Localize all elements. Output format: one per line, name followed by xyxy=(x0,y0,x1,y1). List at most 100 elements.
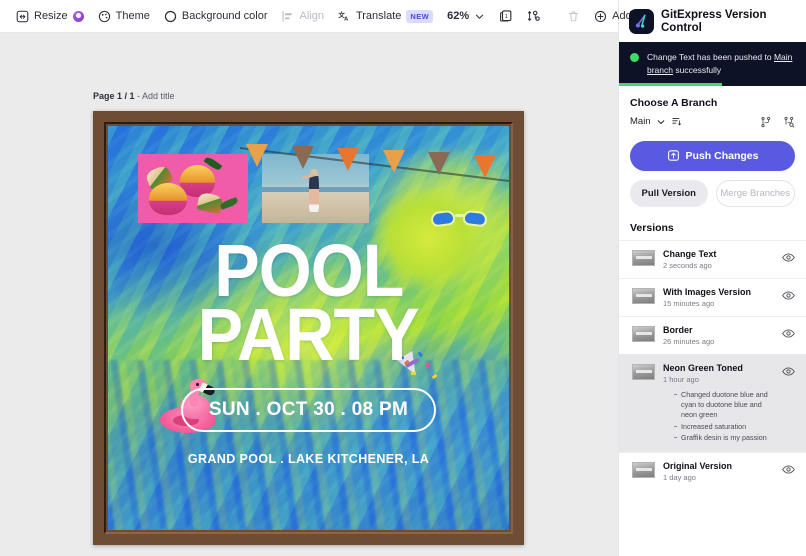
search-branch-icon[interactable] xyxy=(783,116,795,128)
pages-icon: 1 xyxy=(499,9,513,23)
chevron-down-icon xyxy=(474,11,485,22)
palette-icon xyxy=(98,10,111,23)
version-timestamp: 15 minutes ago xyxy=(663,299,774,308)
version-row-2[interactable]: Border 26 minutes ago xyxy=(619,316,806,354)
translate-label: Translate xyxy=(356,10,401,22)
version-notes: Changed duotone blue and cyan to duotone… xyxy=(663,390,774,443)
magic-badge-icon xyxy=(73,11,84,22)
versions-title: Versions xyxy=(619,207,806,240)
preview-eye-icon[interactable] xyxy=(782,251,795,269)
version-timestamp: 1 day ago xyxy=(663,473,774,482)
preview-eye-icon[interactable] xyxy=(782,365,795,383)
branch-actions xyxy=(760,116,795,128)
version-note: Increased saturation xyxy=(674,422,774,432)
circle-icon xyxy=(164,10,177,23)
editor-pane: Resize Theme Background color Align xyxy=(0,0,618,556)
page-label-bold: Page 1 / 1 xyxy=(93,91,135,101)
theme-label: Theme xyxy=(116,10,150,22)
versions-list[interactable]: Change Text 2 seconds ago With Images Ve… xyxy=(619,240,806,556)
poster-text-group: POOL PARTY SUN . OCT 30 . 08 PM GRAND PO… xyxy=(108,126,509,530)
panel-title: GitExpress Version Control xyxy=(661,9,796,34)
poster-venue[interactable]: GRAND POOL . LAKE KITCHENER, LA xyxy=(188,452,429,466)
version-meta: Original Version 1 day ago xyxy=(663,461,774,482)
version-row-4[interactable]: Original Version 1 day ago xyxy=(619,452,806,490)
resize-label: Resize xyxy=(34,10,68,22)
version-note: Changed duotone blue and cyan to duotone… xyxy=(674,390,774,421)
poster-title-line2[interactable]: PARTY xyxy=(198,304,419,366)
theme-button[interactable]: Theme xyxy=(91,6,157,27)
branch-section-title: Choose A Branch xyxy=(630,97,795,109)
background-color-button[interactable]: Background color xyxy=(157,6,275,27)
selected-branch-label[interactable]: Main xyxy=(630,116,651,127)
align-icon xyxy=(281,10,294,23)
push-icon xyxy=(667,149,680,162)
version-timestamp: 2 seconds ago xyxy=(663,261,774,270)
version-timestamp: 26 minutes ago xyxy=(663,337,774,346)
status-dot-icon xyxy=(630,53,639,62)
version-row-3[interactable]: Neon Green Toned 1 hour ago Changed duot… xyxy=(619,354,806,452)
resize-button[interactable]: Resize xyxy=(9,6,91,27)
pages-button[interactable]: 1 xyxy=(492,5,520,27)
version-meta: With Images Version 15 minutes ago xyxy=(663,287,774,308)
push-changes-label: Push Changes xyxy=(686,150,759,162)
create-branch-icon[interactable] xyxy=(760,116,772,128)
pull-version-button[interactable]: Pull Version xyxy=(630,180,708,207)
gitexpress-logo-icon xyxy=(629,9,654,34)
version-timestamp: 1 hour ago xyxy=(663,375,774,384)
preview-eye-icon[interactable] xyxy=(782,289,795,307)
version-thumbnail xyxy=(632,364,655,380)
canvas-area[interactable]: Page 1 / 1 - Add title xyxy=(0,33,618,556)
merge-branches-button: Merge Branches xyxy=(716,180,796,207)
version-row-1[interactable]: With Images Version 15 minutes ago xyxy=(619,278,806,316)
version-meta: Change Text 2 seconds ago xyxy=(663,249,774,270)
gitexpress-panel: GitExpress Version Control Change Text h… xyxy=(618,0,806,556)
translate-new-badge: NEW xyxy=(406,10,433,23)
layers-icon xyxy=(527,9,541,23)
version-note: Graffik desin is my passion xyxy=(674,433,774,443)
notification-progress-bar xyxy=(619,83,722,86)
page-label-title: - Add title xyxy=(137,91,175,101)
resize-icon xyxy=(16,10,29,23)
page-label[interactable]: Page 1 / 1 - Add title xyxy=(93,91,175,101)
poster-artwork[interactable]: POOL PARTY SUN . OCT 30 . 08 PM GRAND PO… xyxy=(108,126,509,530)
panel-header: GitExpress Version Control xyxy=(619,0,806,42)
version-name: Change Text xyxy=(663,249,774,259)
version-thumbnail xyxy=(632,250,655,266)
notification-text-before: Change Text has been pushed to xyxy=(647,52,774,62)
version-meta: Neon Green Toned 1 hour ago Changed duot… xyxy=(663,363,774,444)
notification-text: Change Text has been pushed to Main bran… xyxy=(647,51,795,76)
secondary-actions: Pull Version Merge Branches xyxy=(630,180,795,207)
plus-circle-icon xyxy=(594,10,607,23)
branch-list-icon[interactable] xyxy=(671,116,682,127)
push-notification: Change Text has been pushed to Main bran… xyxy=(619,42,806,86)
preview-eye-icon[interactable] xyxy=(782,463,795,481)
preview-eye-icon[interactable] xyxy=(782,327,795,345)
background-color-label: Background color xyxy=(182,10,268,22)
version-name: Original Version xyxy=(663,461,774,471)
delete-button xyxy=(560,6,587,27)
svg-text:1: 1 xyxy=(505,14,508,20)
poster-date[interactable]: SUN . OCT 30 . 08 PM xyxy=(181,388,436,432)
version-meta: Border 26 minutes ago xyxy=(663,325,774,346)
notification-text-after: successfully xyxy=(673,65,721,75)
version-thumbnail xyxy=(632,326,655,342)
zoom-value: 62% xyxy=(447,10,469,22)
version-row-0[interactable]: Change Text 2 seconds ago xyxy=(619,240,806,278)
version-name: Border xyxy=(663,325,774,335)
branch-section: Choose A Branch Main xyxy=(619,86,806,128)
push-changes-button[interactable]: Push Changes xyxy=(630,141,795,171)
version-name: Neon Green Toned xyxy=(663,363,774,373)
align-button: Align xyxy=(274,6,330,27)
version-thumbnail xyxy=(632,462,655,478)
version-thumbnail xyxy=(632,288,655,304)
zoom-control[interactable]: 62% xyxy=(440,6,492,26)
top-toolbar: Resize Theme Background color Align xyxy=(0,0,618,33)
version-name: With Images Version xyxy=(663,287,774,297)
translate-button[interactable]: 文A Translate NEW xyxy=(331,6,440,27)
trash-icon xyxy=(567,10,580,23)
poster-frame[interactable]: POOL PARTY SUN . OCT 30 . 08 PM GRAND PO… xyxy=(93,111,524,545)
layers-button[interactable] xyxy=(520,5,548,27)
translate-icon: 文A xyxy=(338,10,351,23)
branch-row: Main xyxy=(630,116,795,128)
chevron-down-icon[interactable] xyxy=(656,117,666,127)
